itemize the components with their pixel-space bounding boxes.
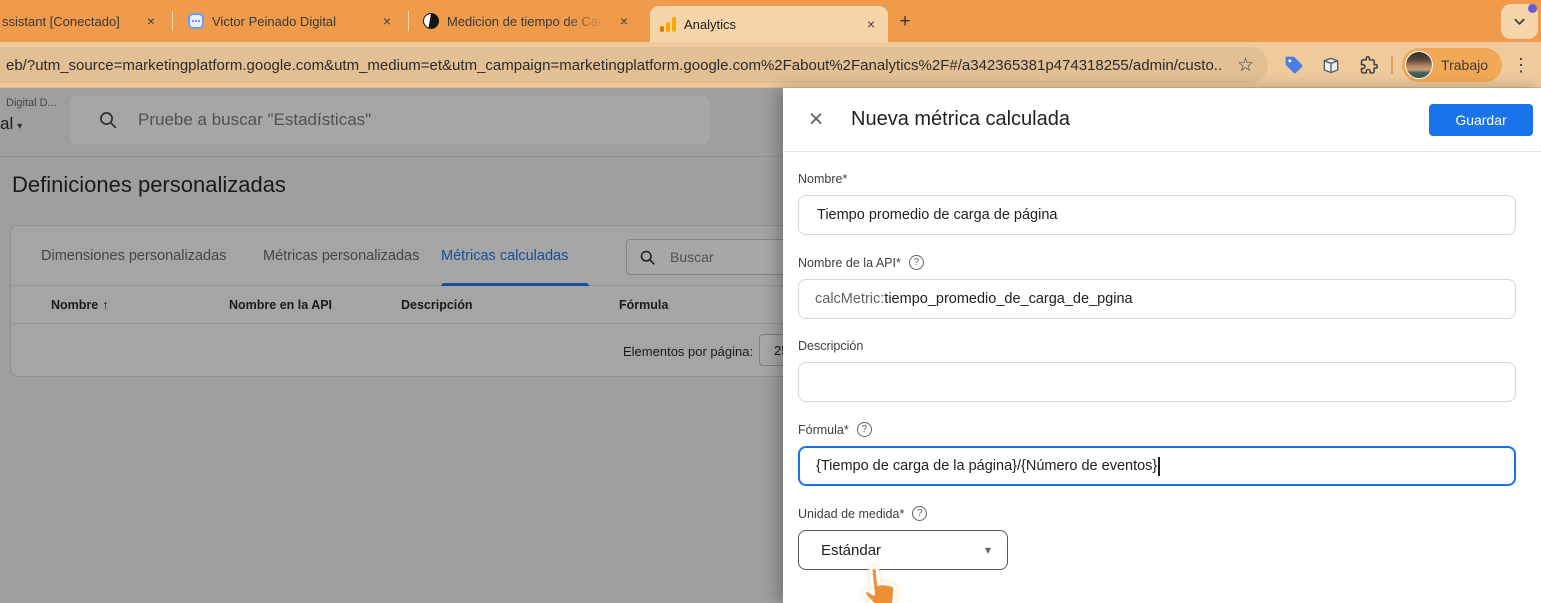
- chat-favicon-icon: [188, 13, 204, 29]
- avatar: [1405, 51, 1434, 79]
- unidad-label: Unidad de medida* ?: [798, 506, 1516, 521]
- toolbar-actions: Trabajo ⋮: [1280, 42, 1541, 88]
- url-text: eb/?utm_source=marketingplatform.google.…: [6, 56, 1223, 74]
- toolbar-separator: [1391, 56, 1394, 74]
- api-prefix: calcMetric:: [815, 291, 885, 307]
- notification-dot: [1528, 4, 1537, 13]
- tab-strip: ssistant [Conectado] × Victor Peinado Di…: [0, 0, 1541, 42]
- tab-assistant[interactable]: ssistant [Conectado] ×: [0, 0, 168, 42]
- nombre-input-wrap: [798, 195, 1516, 235]
- reading-list-extension-icon[interactable]: [1317, 51, 1345, 79]
- formula-label: Fórmula* ?: [798, 422, 1516, 437]
- modal-scrim[interactable]: [0, 88, 783, 603]
- close-icon[interactable]: ×: [142, 12, 160, 30]
- api-name-label: Nombre de la API* ?: [798, 255, 1516, 270]
- close-icon[interactable]: ×: [801, 105, 831, 135]
- field-formula: Fórmula* ? {Tiempo de carga de la página…: [798, 422, 1516, 486]
- api-value: tiempo_promedio_de_carga_de_pgina: [884, 291, 1133, 307]
- help-icon[interactable]: ?: [908, 255, 924, 270]
- help-icon[interactable]: ?: [912, 506, 928, 521]
- field-descripcion: Descripción: [798, 339, 1516, 402]
- new-tab-button[interactable]: +: [892, 9, 918, 35]
- tab-medicion-carga[interactable]: Medicion de tiempo de Carga ×: [413, 0, 641, 42]
- close-icon[interactable]: ×: [862, 15, 880, 33]
- tab-separator: [172, 11, 173, 31]
- tab-label: Victor Peinado Digital: [212, 13, 337, 29]
- drawer-header: × Nueva métrica calculada Guardar: [783, 88, 1541, 152]
- field-api-name: Nombre de la API* ? calcMetric: tiempo_pr…: [798, 255, 1516, 319]
- save-button[interactable]: Guardar: [1429, 103, 1533, 136]
- tab-label: ssistant [Conectado]: [2, 13, 120, 29]
- tab-victor-peinado[interactable]: Victor Peinado Digital ×: [178, 0, 404, 42]
- notion-favicon-icon: [423, 13, 439, 29]
- close-icon[interactable]: ×: [615, 12, 633, 30]
- api-name-input[interactable]: calcMetric: tiempo_promedio_de_carga_de_p…: [798, 279, 1516, 319]
- profile-chip[interactable]: Trabajo: [1402, 48, 1502, 82]
- formula-input[interactable]: {Tiempo de carga de la página}/{Número d…: [798, 446, 1516, 486]
- close-icon[interactable]: ×: [378, 12, 396, 30]
- tab-separator: [408, 11, 409, 31]
- profile-name: Trabajo: [1441, 57, 1488, 73]
- chevron-down-icon: [1514, 18, 1525, 25]
- analytics-page: Digital D... al▾ Definiciones personaliz…: [0, 88, 783, 603]
- text-caret: [1158, 456, 1160, 476]
- drawer-body: Nombre* Nombre de la API* ? calcMetric:t…: [783, 152, 1541, 570]
- tab-search-button[interactable]: [1501, 4, 1538, 39]
- browser-window: ssistant [Conectado] × Victor Peinado Di…: [0, 0, 1541, 603]
- browser-menu-icon[interactable]: ⋮: [1511, 55, 1531, 76]
- nombre-input[interactable]: [815, 206, 1499, 224]
- field-unidad-medida: Unidad de medida* ? Estándar ▾: [798, 506, 1516, 570]
- unidad-dropdown[interactable]: Estándar ▾: [798, 530, 1008, 570]
- new-calculated-metric-drawer: × Nueva métrica calculada Guardar Nombre…: [783, 88, 1541, 603]
- help-icon[interactable]: ?: [856, 422, 872, 437]
- formula-value: {Tiempo de carga de la página}/{Número d…: [816, 458, 1158, 474]
- tab-analytics-active[interactable]: Analytics ×: [650, 6, 888, 42]
- extensions-puzzle-icon[interactable]: [1354, 51, 1382, 79]
- nombre-label: Nombre*: [798, 172, 848, 186]
- google-analytics-favicon-icon: [660, 16, 676, 32]
- tab-label: Medicion de tiempo de Carga: [447, 13, 607, 29]
- dropdown-arrow-icon: ▾: [984, 543, 991, 557]
- omnibox[interactable]: eb/?utm_source=marketingplatform.google.…: [0, 47, 1268, 83]
- descripcion-input-wrap: [798, 362, 1516, 402]
- tab-label: Analytics: [684, 16, 737, 32]
- drawer-title: Nueva métrica calculada: [851, 108, 1070, 130]
- field-nombre: Nombre*: [798, 172, 1516, 235]
- bookmark-star-icon[interactable]: ☆: [1237, 54, 1254, 77]
- unidad-selected-value: Estándar: [821, 541, 882, 559]
- tag-assistant-extension-icon[interactable]: [1280, 51, 1308, 79]
- descripcion-label: Descripción: [798, 339, 864, 353]
- descripcion-input[interactable]: [815, 373, 1499, 391]
